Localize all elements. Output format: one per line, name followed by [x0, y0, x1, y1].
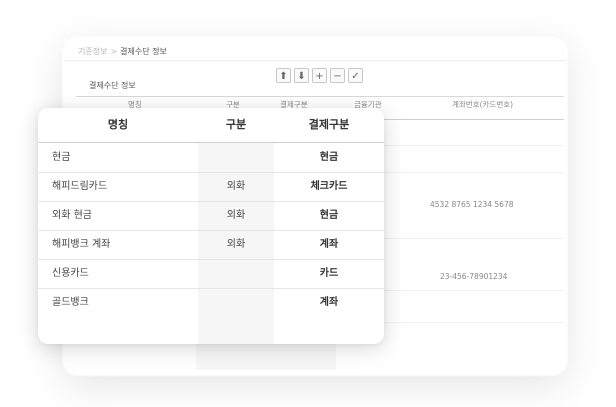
payment-type-cell: 현금	[319, 210, 339, 221]
payment-type-cell: 계좌	[319, 239, 339, 250]
breadcrumb-divider	[64, 60, 566, 61]
account-number-cell: 23-456-78901234	[440, 272, 508, 281]
name-cell: 해피뱅크 계좌	[52, 239, 111, 250]
screen: 기준정보 > 결제수단 정보 결제수단 정보 ⬆ ⬇ + − ✓ 명칭 구분 결제구…	[0, 0, 616, 407]
category-cell: 외화	[226, 181, 246, 192]
table-header: 명칭 구분 결제구분	[38, 108, 384, 143]
category-cell	[198, 288, 274, 317]
name-cell: 현금	[52, 152, 71, 163]
table-row[interactable]: 현금 현금	[38, 143, 384, 173]
plus-icon: +	[315, 71, 324, 82]
name-cell: 외화 현금	[52, 210, 92, 221]
column-header-account-number: 계좌번호(카드번호)	[452, 100, 514, 109]
breadcrumb: 기준정보 > 결제수단 정보	[78, 46, 167, 57]
minus-icon: −	[333, 71, 342, 82]
column-header-category[interactable]: 구분	[198, 108, 274, 142]
move-down-button[interactable]: ⬇	[294, 68, 309, 83]
account-number-cell: 4532 8765 1234 5678	[430, 200, 514, 209]
category-cell	[198, 259, 274, 288]
check-icon: ✓	[351, 71, 360, 82]
table-row[interactable]: 해피뱅크 계좌 외화 계좌	[38, 230, 384, 260]
category-cell	[198, 143, 274, 172]
payment-type-cell: 카드	[319, 268, 339, 279]
category-cell: 외화	[226, 210, 246, 221]
breadcrumb-parent[interactable]: 기준정보	[78, 47, 107, 56]
arrow-up-icon: ⬆	[279, 71, 288, 82]
category-cell: 외화	[226, 239, 246, 250]
confirm-button[interactable]: ✓	[348, 68, 363, 83]
move-up-button[interactable]: ⬆	[276, 68, 291, 83]
table-row[interactable]: 해피드림카드 외화 체크카드	[38, 172, 384, 202]
remove-row-button[interactable]: −	[330, 68, 345, 83]
name-cell: 골드뱅크	[52, 297, 89, 308]
table-row[interactable]: 골드뱅크 계좌	[38, 288, 384, 317]
payment-method-popup: 명칭 구분 결제구분 현금 현금 해피드림카드 외화 체크카드 외화 현금 외화…	[38, 108, 384, 344]
column-header-name[interactable]: 명칭	[38, 108, 198, 142]
divider	[76, 96, 564, 97]
table-row[interactable]: 외화 현금 외화 현금	[38, 201, 384, 231]
breadcrumb-current: 결제수단 정보	[120, 47, 167, 56]
table-row[interactable]: 신용카드 카드	[38, 259, 384, 289]
section-title: 결제수단 정보	[89, 81, 136, 90]
arrow-down-icon: ⬇	[297, 71, 306, 82]
column-header-payment-type[interactable]: 결제구분	[274, 108, 384, 142]
payment-type-cell: 체크카드	[310, 181, 348, 192]
add-row-button[interactable]: +	[312, 68, 327, 83]
grid-toolbar: ⬆ ⬇ + − ✓	[276, 68, 363, 83]
name-cell: 해피드림카드	[52, 181, 108, 192]
payment-type-cell: 계좌	[319, 297, 339, 308]
breadcrumb-separator: >	[110, 47, 118, 56]
payment-type-cell: 현금	[319, 152, 339, 163]
name-cell: 신용카드	[52, 268, 89, 279]
